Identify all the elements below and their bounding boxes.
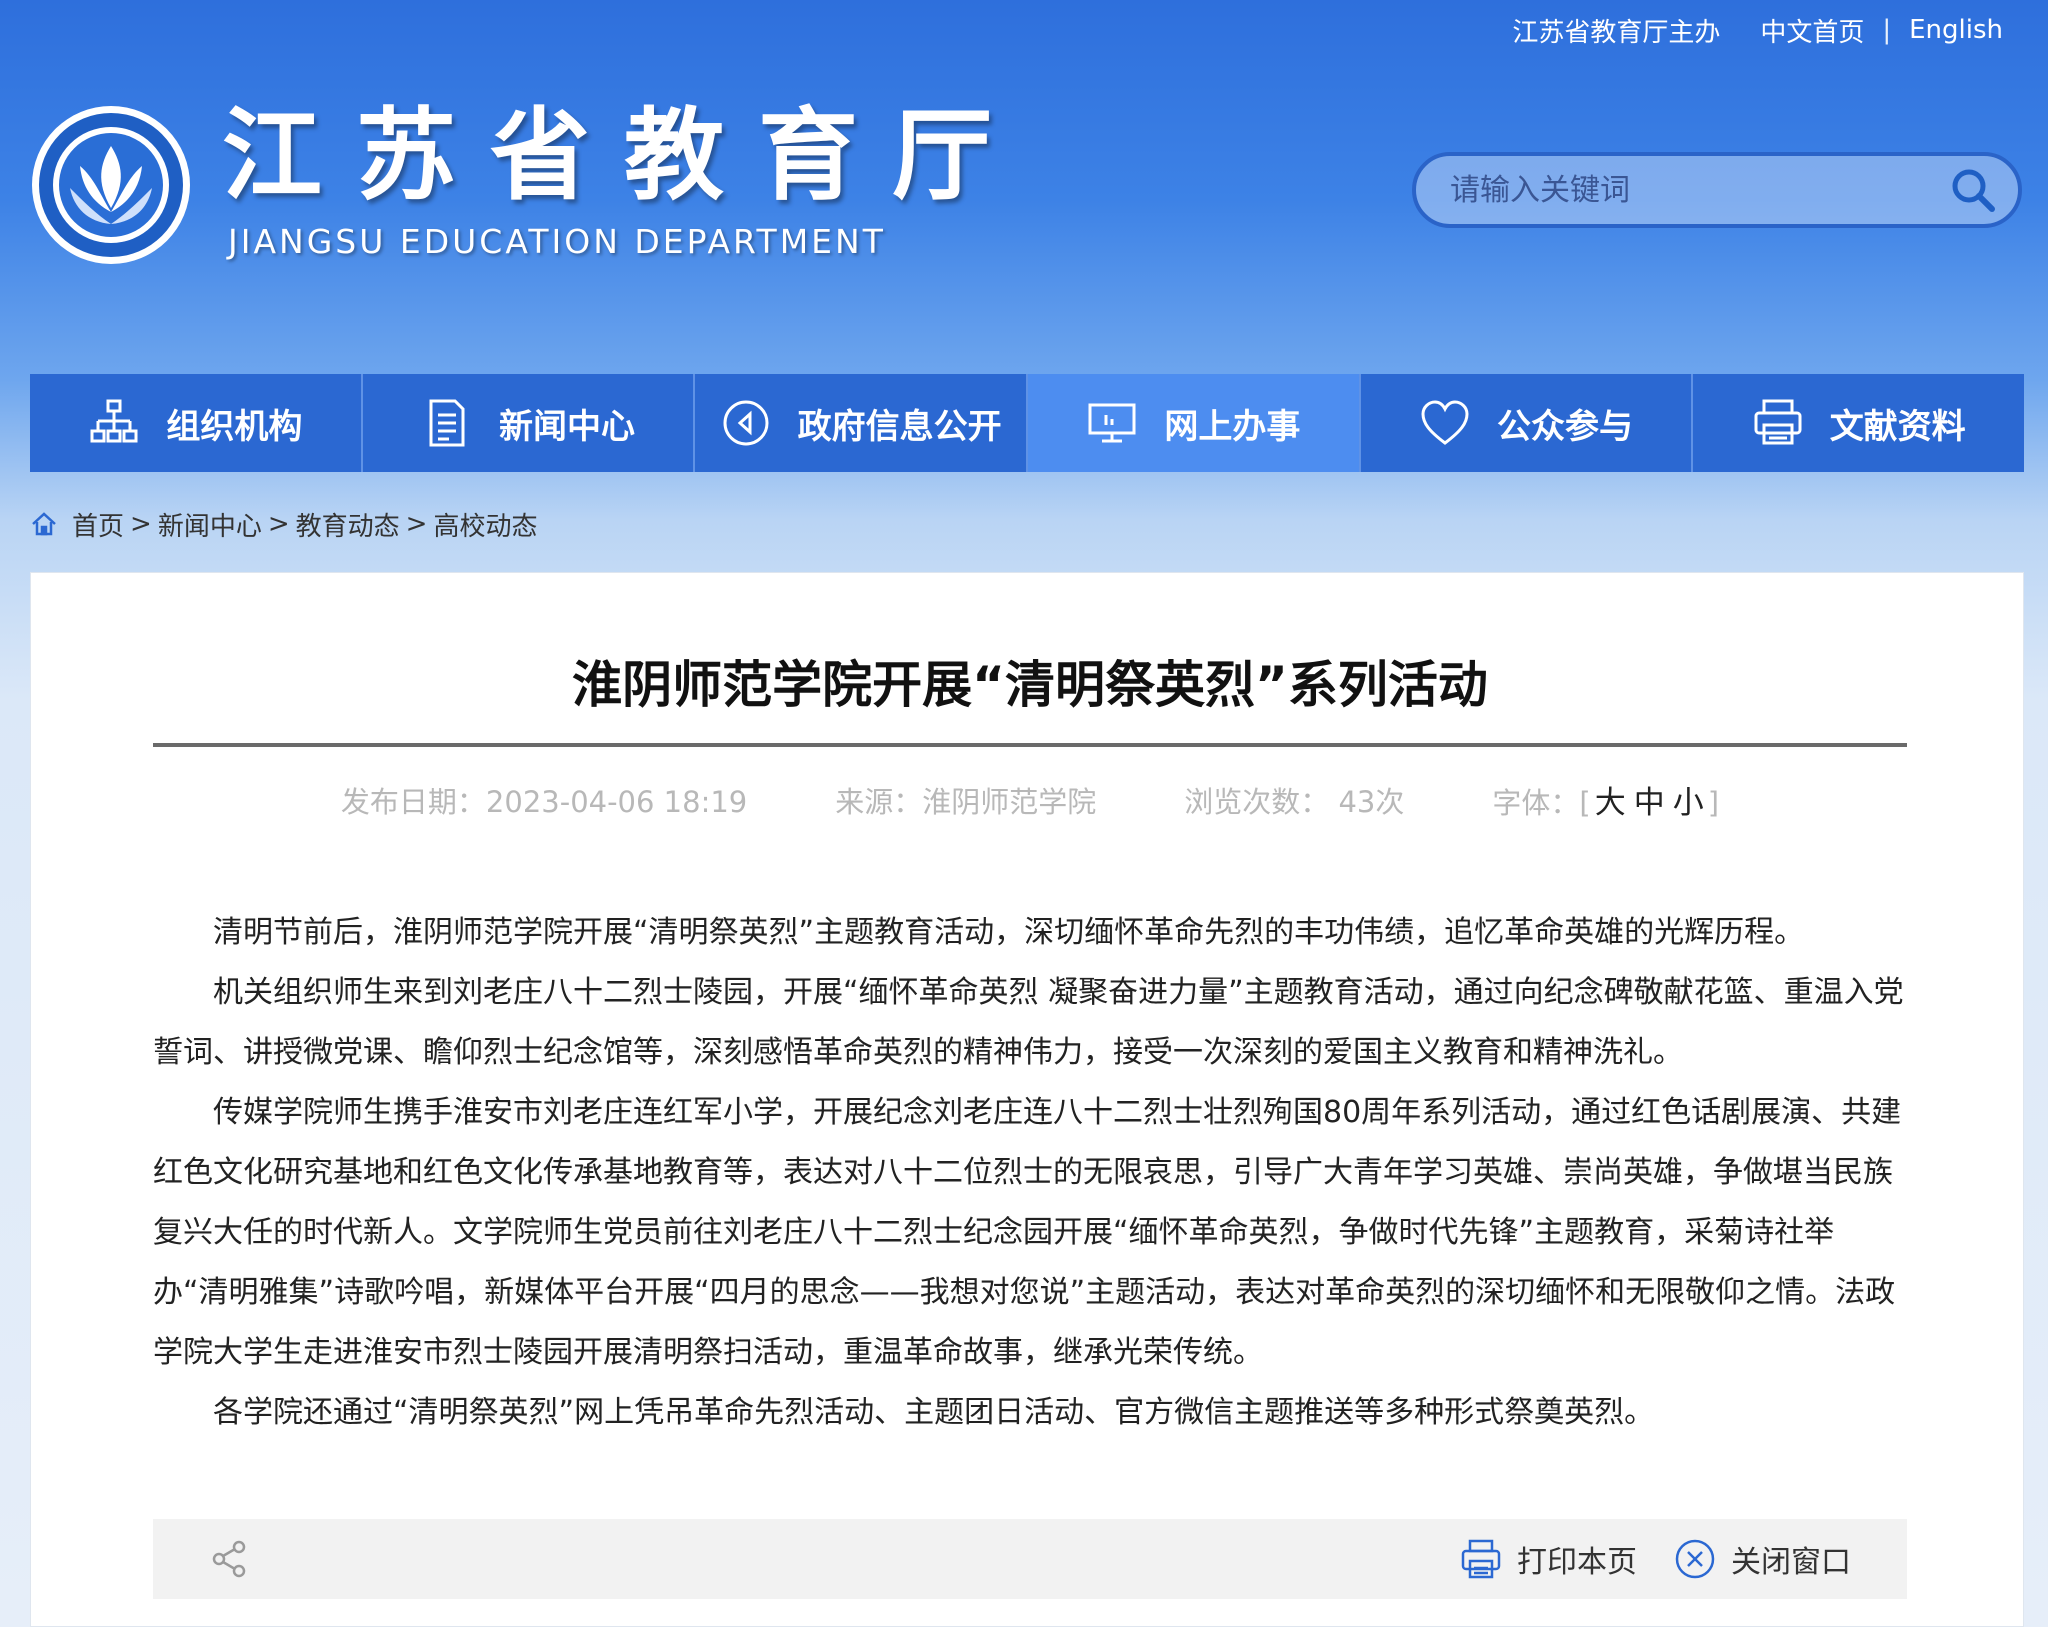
breadcrumb-separator: > bbox=[405, 509, 428, 539]
font-size-medium-button[interactable]: 中 bbox=[1634, 785, 1665, 821]
english-link[interactable]: English bbox=[1909, 15, 2003, 45]
heart-icon bbox=[1421, 400, 1469, 445]
font-size-small-button[interactable]: 小 bbox=[1673, 785, 1704, 821]
nav-item-gov-info[interactable]: 政府信息公开 bbox=[695, 374, 1029, 472]
nav-label: 政府信息公开 bbox=[797, 406, 1002, 447]
nav-item-online-services[interactable]: 网上办事 bbox=[1028, 374, 1361, 472]
search-box bbox=[1412, 152, 2022, 228]
host-label: 江苏省教育厅主办 bbox=[1512, 17, 1721, 48]
article-title: 淮阴师范学院开展“清明祭英烈”系列活动 bbox=[572, 656, 1488, 714]
org-chart-icon bbox=[90, 399, 138, 443]
breadcrumb-separator: > bbox=[267, 509, 290, 539]
breadcrumb-university-news[interactable]: 高校动态 bbox=[433, 506, 537, 543]
site-title[interactable]: 江苏省教育厅 bbox=[222, 100, 1026, 212]
search-icon[interactable] bbox=[1948, 165, 1998, 215]
main-nav: 组织机构 新闻中心 政府信息公开 网上办事 公众参与 文献资料 bbox=[30, 374, 2024, 472]
title-divider bbox=[153, 743, 1907, 747]
nav-label: 网上办事 bbox=[1164, 406, 1301, 447]
nav-label: 公众参与 bbox=[1497, 406, 1634, 447]
share-icon[interactable] bbox=[209, 1538, 251, 1580]
monitor-icon bbox=[1088, 403, 1136, 443]
printer-icon bbox=[1461, 1539, 1501, 1579]
article-body: 清明节前后，淮阴师范学院开展“清明祭英烈”主题教育活动，深切缅怀革命先烈的丰功伟… bbox=[153, 903, 1907, 1443]
font-size-control: 字体：[大中小] bbox=[1492, 777, 1719, 822]
nav-item-organization[interactable]: 组织机构 bbox=[30, 374, 363, 472]
home-icon bbox=[32, 512, 56, 536]
breadcrumb: 首页 > 新闻中心 > 教育动态 > 高校动态 bbox=[30, 504, 537, 544]
search-input[interactable] bbox=[1450, 172, 1948, 208]
article-tools: 打印本页 关闭窗口 bbox=[153, 1519, 1907, 1599]
print-button[interactable]: 打印本页 bbox=[1459, 1537, 1637, 1581]
top-links: 江苏省教育厅主办 中文首页 | English bbox=[1512, 10, 2003, 50]
nav-item-public-participation[interactable]: 公众参与 bbox=[1361, 374, 1694, 472]
font-bracket-open: [ bbox=[1579, 786, 1591, 820]
publish-date: 发布日期：2023-04-06 18:19 bbox=[340, 784, 748, 819]
view-count: 浏览次数： 43次 bbox=[1184, 784, 1405, 819]
nav-label: 新闻中心 bbox=[499, 406, 635, 447]
article-source: 来源：淮阴师范学院 bbox=[835, 784, 1097, 819]
breadcrumb-separator: > bbox=[130, 509, 152, 539]
document-icon bbox=[429, 399, 465, 447]
breadcrumb-news-center[interactable]: 新闻中心 bbox=[158, 506, 262, 543]
link-separator: | bbox=[1882, 15, 1892, 45]
chinese-home-link[interactable]: 中文首页 bbox=[1760, 12, 1864, 49]
article-paragraph: 清明节前后，淮阴师范学院开展“清明祭英烈”主题教育活动，深切缅怀革命先烈的丰功伟… bbox=[213, 915, 1805, 950]
article-card: 淮阴师范学院开展“清明祭英烈”系列活动 发布日期：2023-04-06 18:1… bbox=[30, 572, 2024, 1627]
breadcrumb-education-news[interactable]: 教育动态 bbox=[296, 506, 400, 543]
play-circle-icon bbox=[723, 400, 769, 446]
breadcrumb-home[interactable]: 首页 bbox=[72, 506, 124, 543]
article-paragraph: 传媒学院师生携手淮安市刘老庄连红军小学，开展纪念刘老庄连八十二烈士壮烈殉国80周… bbox=[153, 1095, 1902, 1370]
close-circle-icon bbox=[1675, 1539, 1715, 1579]
site-subtitle: JIANGSU EDUCATION DEPARTMENT bbox=[228, 222, 886, 261]
department-emblem-icon[interactable] bbox=[30, 104, 192, 266]
article-paragraph: 各学院还通过“清明祭英烈”网上凭吊革命先烈活动、主题团日活动、官方微信主题推送等… bbox=[213, 1395, 1655, 1430]
nav-item-documents[interactable]: 文献资料 bbox=[1693, 374, 2024, 472]
nav-label: 文献资料 bbox=[1829, 406, 1966, 447]
article-paragraph: 机关组织师生来到刘老庄八十二烈士陵园，开展“缅怀革命英烈 凝聚奋进力量”主题教育… bbox=[153, 975, 1904, 1070]
nav-label: 组织机构 bbox=[166, 406, 303, 447]
nav-item-news[interactable]: 新闻中心 bbox=[363, 374, 696, 472]
printer-stack-icon bbox=[1754, 399, 1802, 445]
close-window-button[interactable]: 关闭窗口 bbox=[1673, 1537, 1851, 1581]
font-size-large-button[interactable]: 大 bbox=[1595, 785, 1626, 821]
article-meta: 发布日期：2023-04-06 18:19 来源：淮阴师范学院 浏览次数： 43… bbox=[153, 777, 1907, 822]
font-bracket-close: ] bbox=[1707, 786, 1720, 820]
print-label: 打印本页 bbox=[1517, 1545, 1637, 1580]
close-window-label: 关闭窗口 bbox=[1731, 1545, 1851, 1580]
font-size-label: 字体： bbox=[1492, 786, 1580, 820]
